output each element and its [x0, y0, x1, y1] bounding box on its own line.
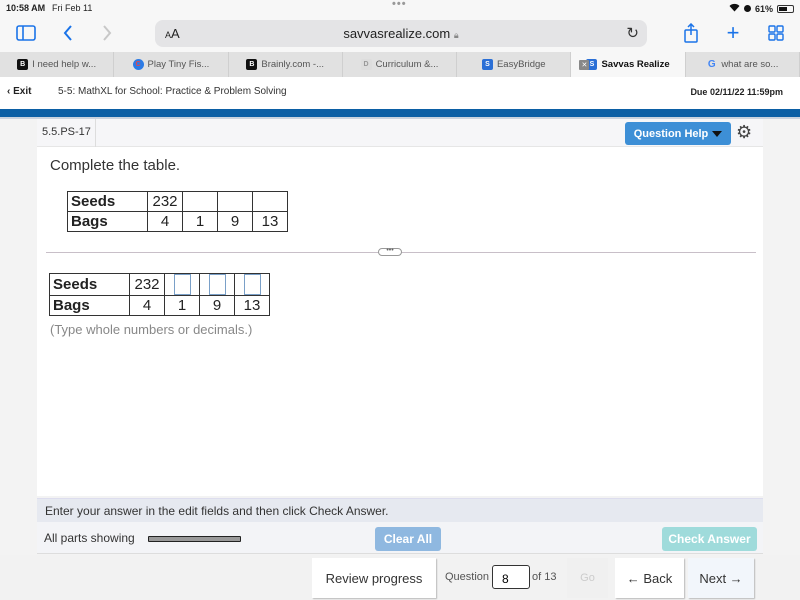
clear-all-button[interactable]: Clear All [375, 527, 441, 551]
instructions: Enter your answer in the edit fields and… [37, 498, 763, 522]
clock: 10:58 AM [6, 3, 46, 13]
chevron-left-icon[interactable] [57, 23, 79, 43]
question-header: 5.5.PS-17 Question Help ⚙ [37, 119, 763, 147]
table-cell [164, 273, 200, 296]
row-label: Seeds [49, 273, 130, 296]
tab-label: EasyBridge [496, 59, 546, 70]
check-answer-button[interactable]: Check Answer [662, 527, 757, 551]
browser-tab[interactable]: BI need help w... [0, 52, 115, 77]
exit-button[interactable]: ‹ Exit [7, 86, 31, 97]
question-panel: 5.5.PS-17 Question Help ⚙ Complete the t… [37, 119, 763, 496]
back-button[interactable]: ← Back [615, 558, 684, 598]
favicon-icon: B [17, 59, 29, 70]
row-label: Bags [49, 295, 130, 316]
table-cell [234, 273, 270, 296]
review-progress-button[interactable]: Review progress [312, 558, 436, 598]
question-help-button[interactable]: Question Help [625, 122, 731, 145]
favicon-icon: G [707, 59, 716, 70]
table-cell: 1 [164, 295, 200, 316]
parts-label: All parts showing [44, 531, 135, 545]
date: Fri Feb 11 [52, 3, 93, 13]
table-row: Bags 4 1 9 13 [49, 295, 270, 316]
assignment-header: ‹ Exit 5-5: MathXL for School: Practice … [0, 77, 800, 109]
question-label: Question [445, 571, 490, 583]
chevron-right-icon[interactable] [96, 23, 118, 43]
go-button[interactable]: Go [567, 558, 608, 598]
seeds-answer-input-3[interactable] [243, 274, 261, 295]
favicon-icon: C [132, 59, 144, 70]
browser-tab[interactable]: C Play Tiny Fis... [114, 52, 229, 77]
status-icons: 61% [729, 3, 794, 14]
answer-status-bar: All parts showing Clear All Check Answer [37, 522, 763, 554]
browser-tab[interactable]: Gwhat are so... [686, 52, 800, 77]
browser-tab[interactable]: S EasyBridge [457, 52, 572, 77]
answer-hint: (Type whole numbers or decimals.) [50, 322, 253, 337]
table-cell [199, 273, 235, 296]
table-cell: 232 [147, 191, 183, 212]
browser-toolbar: AA savvasrealize.com 🔒︎ ↻ + [0, 16, 800, 52]
answer-table: Seeds 232 Bags 4 1 9 13 [49, 273, 270, 316]
sidebar-icon[interactable] [15, 23, 37, 43]
battery-icon [777, 4, 794, 13]
table-cell: 13 [234, 295, 270, 316]
browser-tabs: BI need help w... C Play Tiny Fis... B Brain… [0, 52, 800, 77]
assignment-title: 5-5: MathXL for School: Practice & Probl… [58, 86, 287, 97]
table-cell: 9 [217, 211, 253, 232]
close-tab-icon[interactable]: ✕ [579, 59, 590, 70]
tab-grid-icon[interactable] [765, 23, 787, 43]
question-navigation: Review progress Question of 13 Go ← Back… [0, 555, 800, 600]
battery-percent: 61% [754, 3, 773, 14]
browser-tab[interactable]: ✕ S Savvas Realize [571, 52, 686, 77]
table-cell: 4 [147, 211, 183, 232]
table-row: Bags 4 1 9 13 [67, 211, 288, 232]
tab-label: what are so... [721, 59, 779, 70]
multitasking-dots-icon[interactable]: ••• [392, 0, 407, 10]
plus-icon[interactable]: + [722, 20, 744, 45]
favicon-icon: D [360, 59, 372, 70]
lock-icon: 🔒︎ [453, 30, 459, 40]
favicon-icon: B [246, 59, 258, 70]
address-bar[interactable]: AA savvasrealize.com 🔒︎ ↻ [155, 20, 647, 47]
row-label: Seeds [67, 191, 148, 212]
question-number-input[interactable] [492, 565, 530, 589]
table-cell [217, 191, 253, 212]
question-id: 5.5.PS-17 [37, 119, 96, 147]
caret-down-icon [712, 130, 723, 137]
share-icon[interactable] [680, 23, 702, 43]
tab-label: Savvas Realize [601, 59, 670, 70]
question-total: of 13 [532, 571, 557, 583]
expand-collapse-handle[interactable]: ••• [378, 247, 402, 256]
table-cell: 1 [182, 211, 218, 232]
favicon-icon: S [481, 59, 493, 70]
seeds-answer-input-2[interactable] [208, 274, 226, 295]
ios-status-bar: 10:58 AM Fri Feb 11 ••• 61% [0, 0, 800, 16]
table-cell: 9 [199, 295, 235, 316]
browser-tab[interactable]: B Brainly.com -... [229, 52, 343, 77]
table-cell [182, 191, 218, 212]
parts-progress-bar [148, 536, 241, 542]
browser-tab[interactable]: D Curriculum &... [343, 52, 458, 77]
table-cell: 232 [129, 273, 165, 296]
table-row: Seeds 232 [49, 273, 270, 296]
tab-label: Brainly.com -... [261, 59, 325, 70]
gear-icon[interactable]: ⚙ [736, 122, 752, 143]
next-button[interactable]: Next → [688, 558, 754, 598]
question-prompt: Complete the table. [50, 157, 181, 174]
table-cell: 4 [129, 295, 165, 316]
row-label: Bags [67, 211, 148, 232]
table-cell [252, 191, 288, 212]
wifi-icon [729, 3, 740, 14]
table-row: Seeds 232 [67, 191, 288, 212]
tab-label: I need help w... [32, 59, 97, 70]
tab-label: Play Tiny Fis... [147, 59, 210, 70]
due-date: Due 02/11/22 11:59pm [690, 87, 783, 97]
url-text[interactable]: savvasrealize.com 🔒︎ [155, 26, 647, 41]
reload-icon[interactable]: ↻ [626, 24, 639, 42]
given-table: Seeds 232 Bags 4 1 9 13 [67, 191, 288, 232]
table-cell: 13 [252, 211, 288, 232]
brand-divider [0, 109, 800, 117]
tab-label: Curriculum &... [375, 59, 439, 70]
seeds-answer-input-1[interactable] [173, 274, 191, 295]
alarm-icon [743, 5, 751, 12]
